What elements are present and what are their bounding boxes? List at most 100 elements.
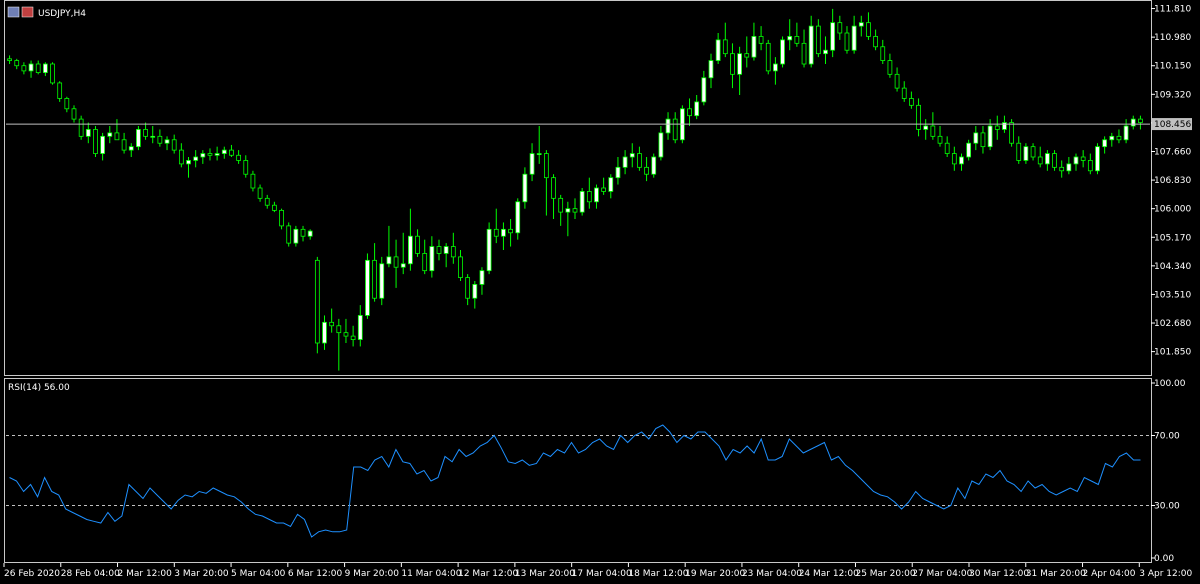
candle-body [687,108,692,117]
candle-body [622,156,628,168]
candle [851,15,857,54]
candle [28,60,34,78]
candle-body [765,42,771,72]
time-tick-label: 25 Mar 20:00 [855,569,915,579]
candle [916,98,921,137]
candle [486,222,492,275]
candle [100,132,105,161]
candle [164,136,170,151]
candle-body [1095,146,1100,172]
candle [744,36,750,68]
candle-body [579,191,585,213]
candle-body [1102,139,1108,148]
chart-canvas: USDJPY,H4 111.810 110.980 110.150 109.320 10… [3,0,1193,579]
candle-body [300,228,306,237]
candle-body [844,32,850,51]
candle [386,225,392,268]
time-tick-label: 5 Mar 04:00 [231,569,286,579]
candle [85,122,91,144]
candle [443,243,449,268]
rsi-line [9,424,1141,538]
candle-body [322,321,327,344]
time-tick-label: 19 Mar 20:00 [685,569,745,579]
rsi-panel[interactable] [4,378,1152,563]
candle-body [42,63,48,74]
price-tick-label: 106.000 [1154,205,1191,215]
candle-body [701,77,707,103]
time-tick-label: 17 Mar 04:00 [572,569,632,579]
candle-body [937,135,943,144]
rsi-level-lines [6,435,1150,506]
candle [730,43,735,89]
candle-body [386,256,392,265]
candle [1073,153,1079,171]
candle [873,29,878,51]
candle-body [637,153,642,168]
candle [909,91,914,109]
candle [236,150,241,164]
candle-body [916,104,921,130]
chart-window-icon[interactable] [7,6,20,18]
candle [93,126,98,157]
candle [207,148,213,161]
candle [622,150,628,175]
candle-body [243,160,249,175]
time-tick-label: 2 Mar 12:00 [118,569,173,579]
candle-body [200,153,206,158]
time-tick-label: 31 Mar 20:00 [1026,569,1086,579]
candle-body [751,36,757,58]
candle-body [923,125,929,130]
candle [1138,115,1143,130]
candle [815,19,821,58]
candle [994,115,1000,140]
time-tick-label: 3 Mar 20:00 [174,569,229,579]
candle-body [150,135,156,138]
candle [186,157,191,178]
main-chart-panel[interactable] [4,0,1152,376]
candle-body [171,139,177,151]
candle [715,33,721,64]
candle [42,62,48,77]
candle-body [343,332,349,337]
candle-body [207,153,213,156]
time-tick-label: 26 Feb 2020 [4,569,60,579]
candle [1095,143,1100,175]
candle [501,222,506,250]
candle-body [436,246,442,254]
candle [1016,136,1022,164]
candle [64,96,70,113]
candle-body [737,53,742,75]
candle [214,146,220,161]
candle-body [450,246,456,258]
price-tick-label: 101.850 [1154,348,1191,358]
candle [436,239,442,261]
candle-body [143,129,148,137]
candle [307,229,313,240]
candle-body [221,149,227,154]
candle [629,143,635,168]
candle [479,267,485,295]
candle [608,174,614,199]
candle [515,198,521,240]
candle [35,60,41,75]
candle [128,143,134,157]
candle-body [307,230,313,237]
candle [966,139,972,161]
candle-body [429,246,435,272]
candle-body [357,315,363,340]
candle-body [951,153,957,165]
candle [143,122,148,140]
candle-body [565,208,571,213]
candle [930,112,936,140]
candle [465,274,471,306]
candle-body [64,98,70,110]
candle-body [257,187,263,199]
candle-body [1123,125,1129,141]
candle-body [901,87,907,99]
candle-body [1016,142,1022,161]
candle [901,81,907,102]
candle [400,232,406,275]
candle [21,62,27,75]
candle [193,150,199,168]
candle [343,318,349,343]
